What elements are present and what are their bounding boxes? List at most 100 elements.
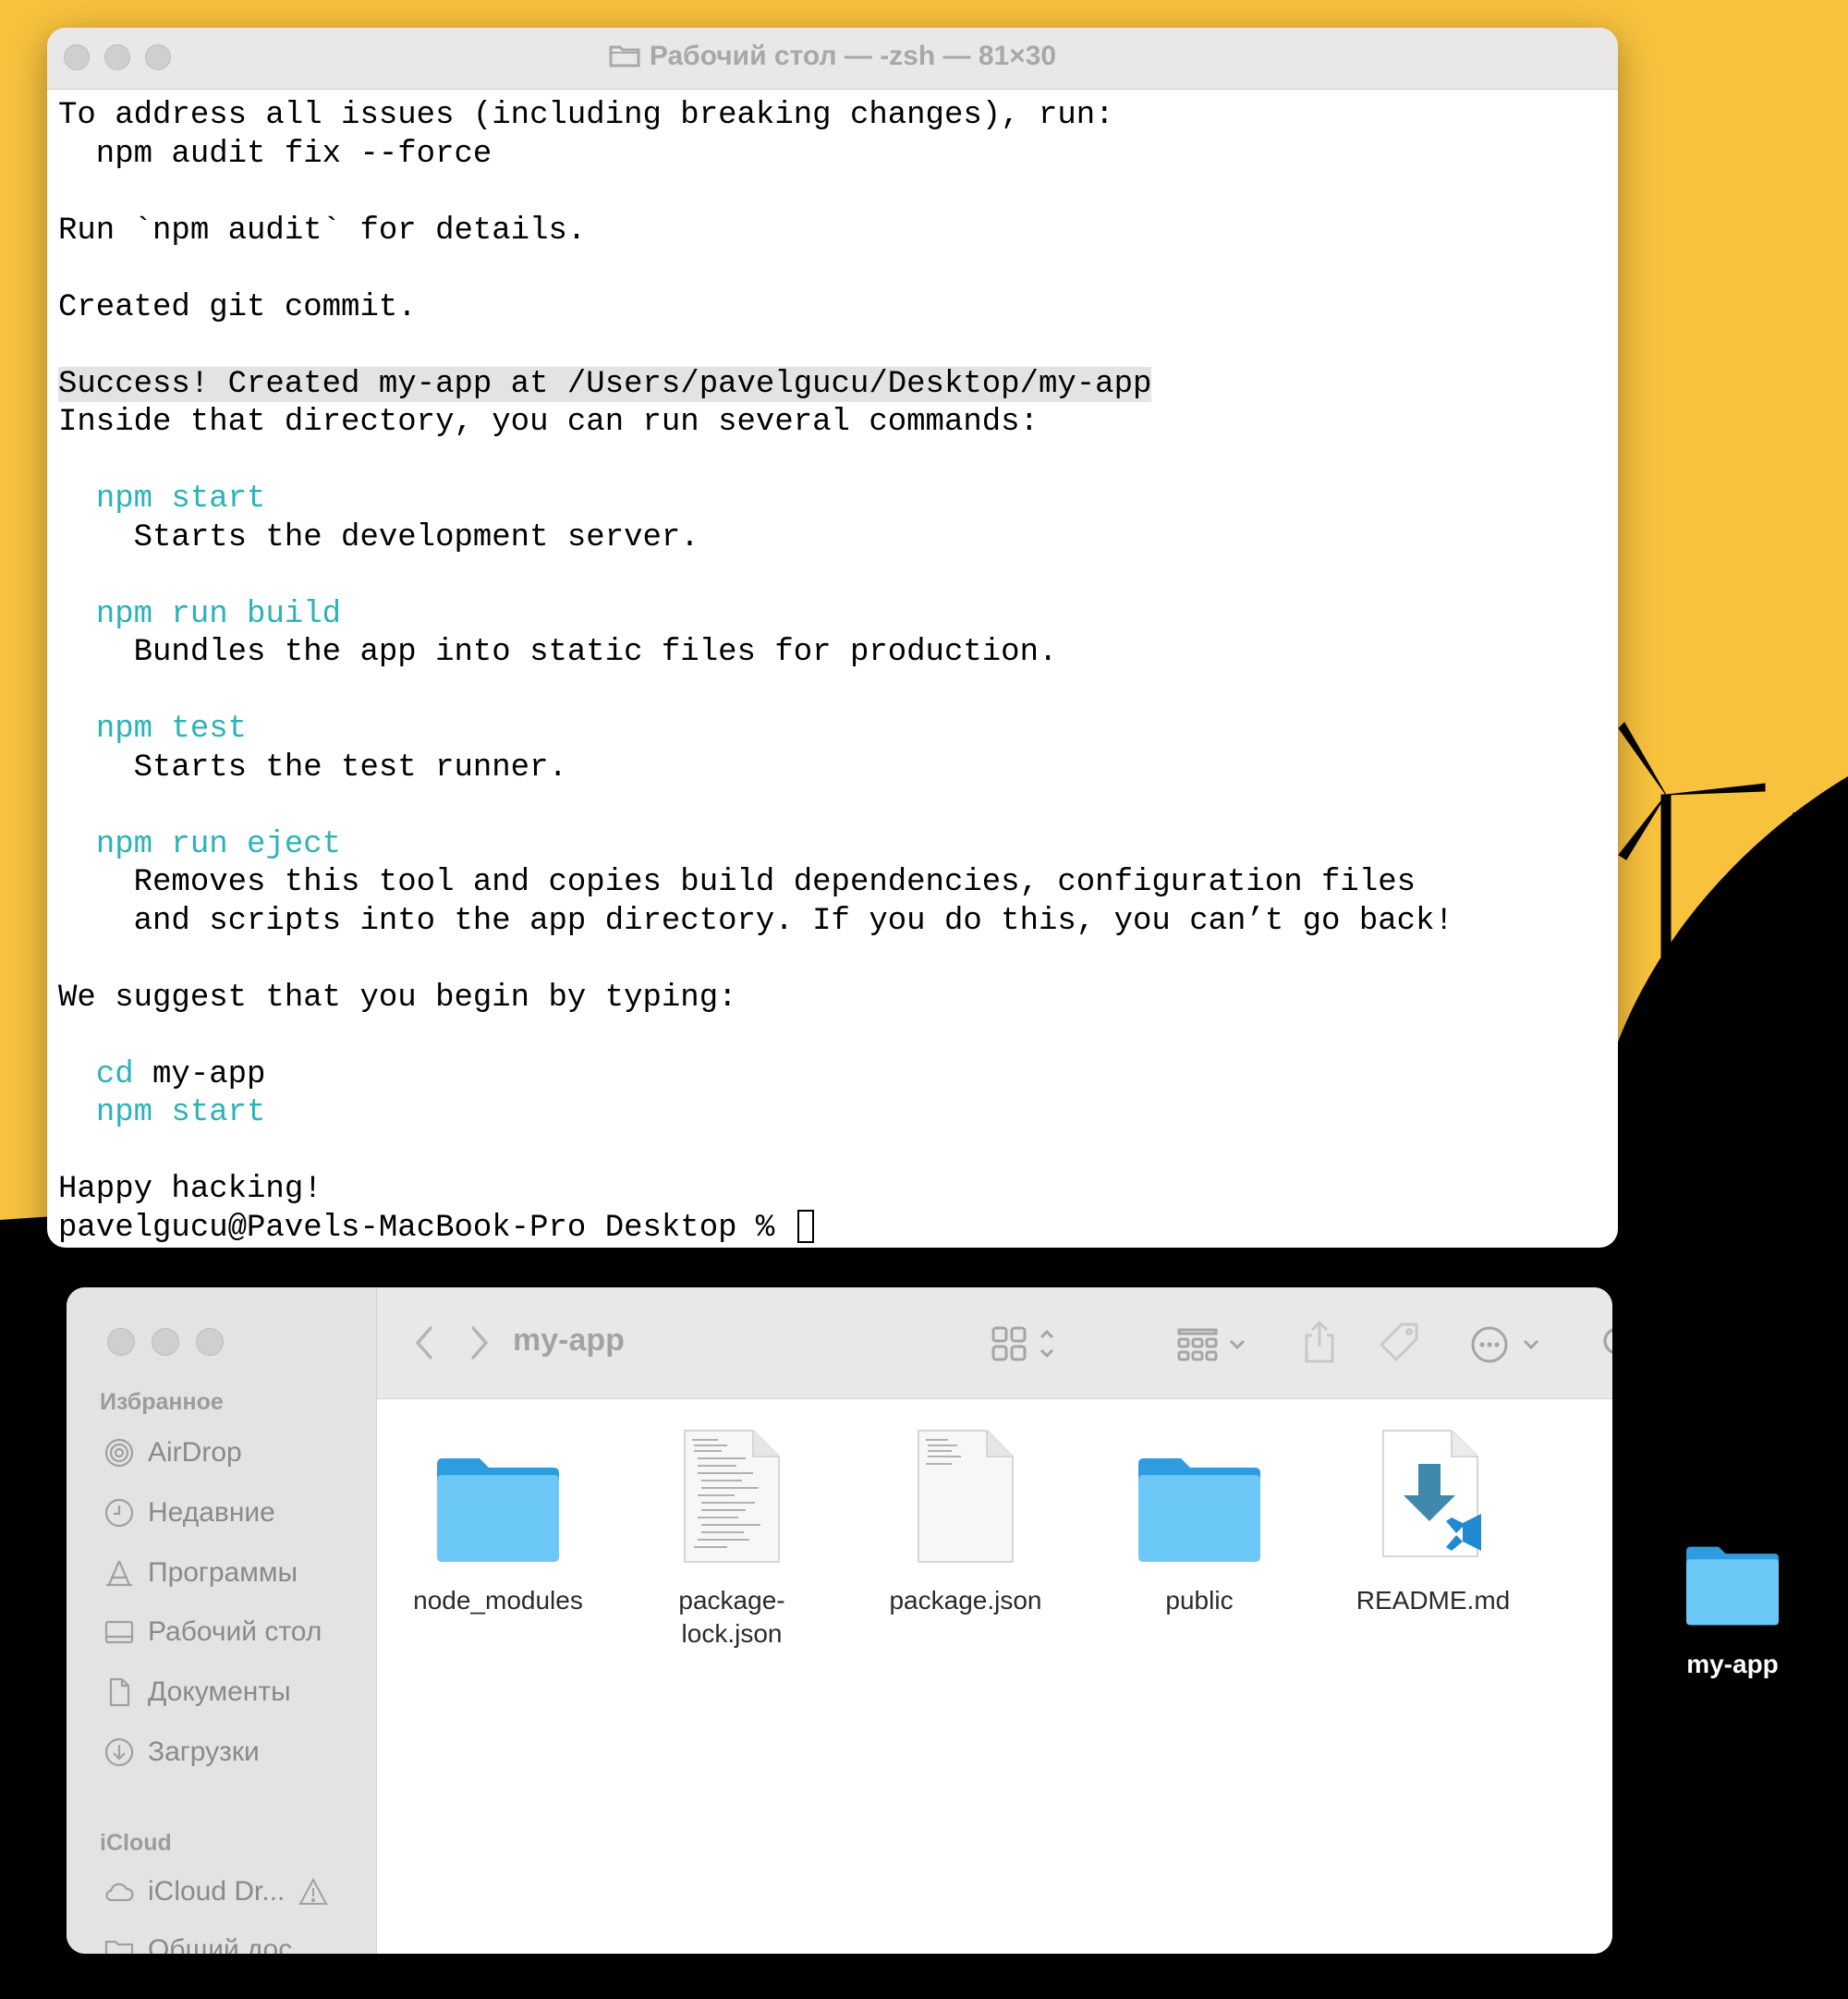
search-icon xyxy=(1603,1328,1612,1354)
terminal-indent xyxy=(58,481,96,517)
tag-icon xyxy=(1379,1323,1418,1362)
terminal-title: Рабочий стол — -zsh — 81×30 xyxy=(47,41,1618,72)
window-controls[interactable] xyxy=(107,1328,224,1356)
terminal-line: npm run build xyxy=(58,596,1618,635)
terminal-line: npm start xyxy=(58,1094,1618,1133)
terminal-indent xyxy=(58,1057,96,1092)
terminal-text: pavelgucu@Pavels-MacBook-Pro Desktop % xyxy=(58,1210,794,1246)
vscode-markdown-file-icon xyxy=(1382,1430,1481,1557)
share-icon xyxy=(1305,1320,1334,1363)
finder-file-area[interactable]: node_modules package- lock.json package.… xyxy=(377,1399,1612,1954)
grid-view-icon xyxy=(991,1326,1054,1361)
terminal-line: To address all issues (including breakin… xyxy=(58,97,1618,136)
terminal-cursor xyxy=(796,1209,814,1243)
terminal-text: Run `npm audit` for details. xyxy=(58,213,587,249)
terminal-command: npm test xyxy=(95,712,248,747)
terminal-line: npm test xyxy=(58,711,1618,750)
sidebar-item-shared[interactable]: Общий дос xyxy=(103,1934,292,1954)
terminal-line: Bundles the app into static files for pr… xyxy=(58,634,1618,673)
group-by-button[interactable] xyxy=(1177,1324,1260,1365)
file-item-readme-md[interactable]: README.md xyxy=(1331,1427,1535,1617)
terminal-command: cd xyxy=(95,1056,134,1092)
file-name: package.json xyxy=(889,1586,1042,1615)
tag-button[interactable] xyxy=(1378,1321,1422,1365)
file-item-node-modules[interactable]: node_modules xyxy=(396,1427,600,1617)
search-button[interactable] xyxy=(1600,1324,1612,1365)
file-item-package-lock-json[interactable]: package- lock.json xyxy=(630,1427,833,1651)
warning-icon xyxy=(298,1877,329,1905)
sidebar-item-recents[interactable]: Недавние xyxy=(103,1497,275,1529)
folder-icon xyxy=(609,45,640,67)
sidebar-item-label: Документы xyxy=(148,1676,291,1707)
terminal-line: We suggest that you begin by typing: xyxy=(58,980,1618,1018)
finder-window[interactable]: Избранное AirDrop Недавние Программы Раб… xyxy=(67,1287,1612,1954)
shared-folder-icon xyxy=(104,1940,134,1954)
sidebar-item-downloads[interactable]: Загрузки xyxy=(103,1737,260,1768)
sidebar-item-label: Недавние xyxy=(148,1497,275,1528)
terminal-indent xyxy=(58,597,96,632)
more-actions-button[interactable] xyxy=(1469,1324,1543,1365)
view-mode-button[interactable] xyxy=(991,1324,1065,1365)
folder-icon xyxy=(1686,1546,1779,1626)
minimize-button[interactable] xyxy=(152,1328,179,1356)
back-button[interactable] xyxy=(410,1323,438,1363)
close-button[interactable] xyxy=(107,1328,135,1356)
terminal-command: npm start xyxy=(95,481,266,517)
share-button[interactable] xyxy=(1301,1319,1338,1365)
sidebar-item-label: Программы xyxy=(148,1557,298,1588)
terminal-line: Starts the development server. xyxy=(58,519,1618,558)
forward-button[interactable] xyxy=(466,1323,493,1363)
terminal-window[interactable]: Рабочий стол — -zsh — 81×30 To address a… xyxy=(47,28,1618,1248)
zoom-button[interactable] xyxy=(196,1328,224,1356)
terminal-line: cd my-app xyxy=(58,1056,1618,1095)
terminal-line: Created git commit. xyxy=(58,289,1618,328)
airdrop-icon xyxy=(104,1438,134,1468)
desktop-icon xyxy=(104,1620,134,1644)
terminal-indent xyxy=(58,827,96,862)
finder-sidebar: Избранное AirDrop Недавние Программы Раб… xyxy=(67,1287,377,1954)
clock-icon xyxy=(104,1498,134,1528)
terminal-titlebar[interactable]: Рабочий стол — -zsh — 81×30 xyxy=(47,28,1618,90)
terminal-command: npm start xyxy=(95,1095,266,1130)
sidebar-item-applications[interactable]: Программы xyxy=(103,1557,298,1589)
file-name: package- lock.json xyxy=(678,1586,785,1648)
terminal-text: npm audit fix --force xyxy=(58,136,492,172)
file-name: public xyxy=(1165,1586,1234,1615)
terminal-command: npm run eject xyxy=(95,826,342,862)
sidebar-item-airdrop[interactable]: AirDrop xyxy=(103,1437,242,1469)
terminal-output[interactable]: To address all issues (including breakin… xyxy=(47,90,1618,1248)
sidebar-item-label: Рабочий стол xyxy=(148,1616,322,1647)
cloud-icon xyxy=(105,1883,134,1902)
terminal-command: npm run build xyxy=(95,596,342,632)
file-item-package-json[interactable]: package.json xyxy=(864,1427,1067,1617)
terminal-highlighted-text: Success! Created my-app at /Users/pavelg… xyxy=(58,366,1152,402)
terminal-line: npm audit fix --force xyxy=(58,136,1618,175)
sidebar-item-desktop[interactable]: Рабочий стол xyxy=(103,1616,322,1648)
terminal-line: Run `npm audit` for details. xyxy=(58,213,1618,251)
terminal-line: Removes this tool and copies build depen… xyxy=(58,864,1618,903)
sidebar-item-documents[interactable]: Документы xyxy=(103,1676,291,1708)
folder-icon xyxy=(1138,1458,1260,1562)
terminal-line: and scripts into the app directory. If y… xyxy=(58,903,1618,942)
desktop-folder-my-app[interactable]: my-app xyxy=(1668,1543,1797,1679)
terminal-text: and scripts into the app directory. If y… xyxy=(58,903,1453,939)
sidebar-item-label: Загрузки xyxy=(148,1737,260,1767)
terminal-text: Bundles the app into static files for pr… xyxy=(58,635,1058,670)
terminal-line: Inside that directory, you can run sever… xyxy=(58,404,1618,443)
file-item-public[interactable]: public xyxy=(1098,1427,1301,1617)
applications-icon xyxy=(106,1560,132,1587)
terminal-text: To address all issues (including breakin… xyxy=(58,98,1114,133)
terminal-line: pavelgucu@Pavels-MacBook-Pro Desktop % xyxy=(58,1209,1618,1249)
sidebar-item-icloud-drive[interactable]: iCloud Dr... xyxy=(103,1876,329,1908)
desktop-icon-label: my-app xyxy=(1686,1650,1779,1678)
group-icon xyxy=(1177,1328,1246,1361)
text-file-icon xyxy=(918,1430,1014,1563)
